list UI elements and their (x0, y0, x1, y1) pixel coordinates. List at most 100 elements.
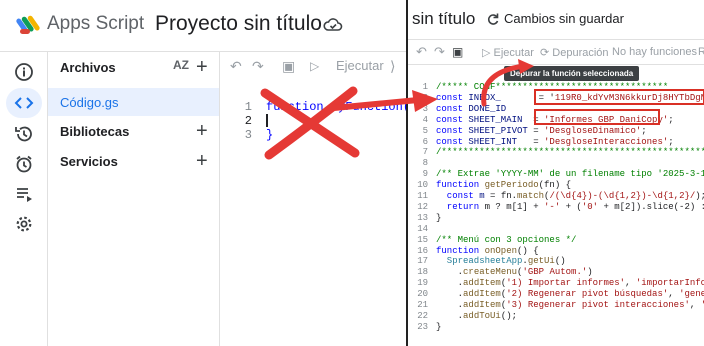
services-section-title[interactable]: Servicios (60, 154, 118, 169)
line-number: 16 (417, 245, 428, 256)
line-number: 20 (417, 289, 428, 300)
code-line[interactable]: 6 const SHEET_INT = 'DesgloseInteraccione… (408, 137, 704, 147)
line-number: 19 (417, 278, 428, 289)
code-text: function onOpen() { (436, 245, 539, 256)
code-text: .addItem('2) Regenerar pivot búsquedas',… (436, 289, 704, 300)
settings-gear-icon[interactable] (12, 212, 36, 236)
code-line[interactable]: 20 .addItem('2) Regenerar pivot búsqueda… (408, 289, 704, 299)
line-number: 8 (422, 158, 428, 169)
apps-script-editor-left: Apps Script Proyecto sin título Archivos… (0, 0, 406, 346)
project-title[interactable]: Proyecto sin título (155, 12, 322, 36)
unsaved-changes-status: Cambios sin guardar (504, 11, 624, 26)
code-line[interactable]: 14 (408, 224, 704, 234)
code-line[interactable]: 12 return m ? m[1] + '-' + ('0' + m[2]).… (408, 202, 704, 212)
code-line[interactable]: 16 function onOpen() { (408, 246, 704, 256)
line-number: 17 (417, 256, 428, 267)
line-number: 21 (417, 300, 428, 310)
code-line[interactable]: 11 const m = fn.match(/(\d{4})-(\d{1,2})… (408, 191, 704, 201)
code-text: } (436, 321, 442, 332)
code-text: .addItem('1) Importar informes', 'import… (436, 278, 704, 289)
debug-button[interactable]: ⟳ Depuración (540, 46, 609, 59)
line-number: 22 (417, 310, 428, 321)
toolbar-extra[interactable]: R (698, 46, 704, 58)
code-line[interactable]: 18 .createMenu('GBP Autom.') (408, 267, 704, 277)
sort-az-icon[interactable]: AZ (173, 58, 189, 72)
code-line[interactable]: 9 /** Extrae 'YYYY-MM' de un filename tip… (408, 169, 704, 179)
project-title-partial[interactable]: sin título (412, 9, 475, 29)
code-line[interactable]: 19 .addItem('1) Importar informes', 'imp… (408, 278, 704, 288)
line-number: 7 (422, 147, 428, 158)
code-text: /** Menú con 3 opciones */ (436, 234, 577, 245)
code-line[interactable]: 15 /** Menú con 3 opciones */ (408, 235, 704, 245)
run-button-label[interactable]: Ejecutar (336, 58, 384, 73)
cloud-saved-icon (323, 18, 343, 31)
code-text: const m = fn.match(/(\d{4})-(\d{1,2})-\d… (436, 191, 704, 201)
info-icon[interactable] (12, 60, 36, 84)
line-number: 2 (244, 114, 252, 128)
line-number: 23 (417, 321, 428, 332)
files-section-title: Archivos (60, 60, 116, 75)
code-text: return m ? m[1] + '-' + ('0' + m[2]).sli… (436, 201, 704, 212)
line-number: 14 (417, 223, 428, 234)
redo-icon[interactable]: ↷ (252, 58, 264, 75)
file-item-label: Código.gs (60, 95, 119, 110)
code-line[interactable]: 17 SpreadsheetApp.getUi() (408, 256, 704, 266)
code-line[interactable]: 7 /**************************************… (408, 147, 704, 157)
undo-icon[interactable]: ↶ (230, 58, 242, 75)
app-title: Apps Script (47, 13, 145, 34)
sheet-main-highlight (534, 109, 660, 125)
files-panel: Archivos AZ + Código.gs Bibliotecas + Se… (48, 52, 220, 346)
debug-icon[interactable]: ⟩ (390, 58, 395, 75)
line-number: 15 (417, 234, 428, 245)
inbox-id-highlight (534, 89, 704, 105)
top-bar: Apps Script Proyecto sin título (0, 0, 406, 52)
right-toolbar: ↶ ↷ ▣ ▷ Ejecutar ⟳ Depuración No hay fun… (408, 41, 704, 65)
line-number: 13 (417, 212, 428, 223)
save-disk-icon[interactable]: ▣ (282, 58, 295, 75)
executions-icon[interactable] (12, 182, 36, 206)
code-line[interactable]: 10 function getPeriodo(fn) { (408, 180, 704, 190)
line-number: 5 (422, 125, 428, 136)
right-top-bar: sin título Cambios sin guardar (408, 0, 704, 40)
code-text: /** Extrae 'YYYY-MM' de un filename tipo… (436, 169, 704, 180)
line-number: 10 (417, 180, 428, 191)
code-line[interactable]: 23} (408, 322, 704, 332)
code-text: const SHEET_INT = 'DesgloseInteracciones… (436, 136, 674, 147)
apps-script-editor-right: sin título Cambios sin guardar ↶ ↷ ▣ ▷ E… (406, 0, 704, 346)
line-number: 12 (417, 201, 428, 212)
code-text: } (436, 212, 442, 223)
undo-icon[interactable]: ↶ (416, 44, 427, 60)
file-item-codigo[interactable]: Código.gs (48, 88, 219, 116)
red-arrow-pointer (332, 90, 438, 112)
function-selector[interactable]: No hay funciones (612, 46, 697, 58)
save-disk-icon[interactable]: ▣ (452, 45, 463, 59)
line-number: 18 (417, 267, 428, 278)
code-text: .addItem('3) Regenerar pivot interaccion… (436, 300, 704, 310)
line-number: 3 (244, 128, 252, 142)
code-text: /***************************************… (436, 147, 704, 158)
line-number: 9 (422, 169, 428, 180)
code-text: .addToUi(); (436, 310, 518, 321)
line-number: 6 (422, 136, 428, 147)
add-service-plus-icon[interactable]: + (196, 151, 208, 171)
history-icon[interactable] (12, 122, 36, 146)
add-library-plus-icon[interactable]: + (196, 121, 208, 141)
line-number: 11 (417, 191, 428, 201)
redo-icon[interactable]: ↷ (434, 44, 445, 60)
sync-icon (487, 13, 499, 25)
code-line[interactable]: 21 .addItem('3) Regenerar pivot interacc… (408, 300, 704, 310)
code-editor-icon[interactable] (12, 91, 36, 115)
code-line[interactable]: 8 (408, 158, 704, 168)
code-line[interactable]: 5 const SHEET_PIVOT = 'DesgloseDinamico'; (408, 126, 704, 136)
add-file-plus-icon[interactable]: + (196, 57, 208, 77)
code-line[interactable]: 13} (408, 213, 704, 223)
triggers-alarm-icon[interactable] (12, 152, 36, 176)
red-arrow-annotation (481, 59, 534, 107)
code-line[interactable]: 22 .addToUi(); (408, 311, 704, 321)
code-text: .createMenu('GBP Autom.') (436, 267, 593, 278)
run-play-icon[interactable]: ▷ (310, 59, 319, 73)
apps-script-logo-icon[interactable] (16, 12, 42, 38)
left-nav-rail (0, 52, 48, 346)
code-text: const SHEET_PIVOT = 'DesgloseDinamico'; (436, 125, 647, 136)
libraries-section-title[interactable]: Bibliotecas (60, 124, 129, 139)
